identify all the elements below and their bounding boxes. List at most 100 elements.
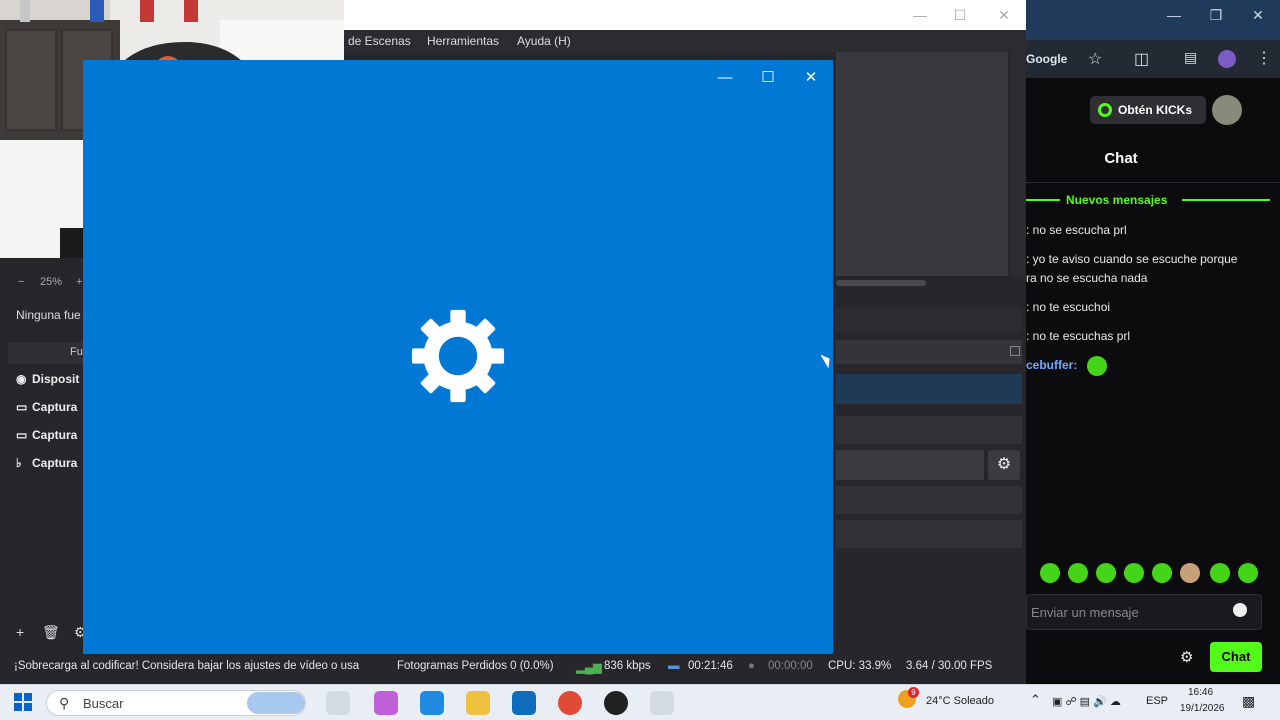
monitor-icon: ▭ [16,400,28,414]
zoom-level: 25% [40,276,63,288]
start-icon[interactable] [14,693,32,711]
tray-icons[interactable]: ▣ ☍ ▤ 🔊 ☁ [1052,695,1121,708]
source-label: Captura [32,428,78,442]
zoom-in-icon[interactable]: + [76,276,82,288]
emote-bar [1026,563,1280,587]
signal-icon: ▂▄▆ [576,662,602,674]
outlook-icon[interactable] [512,691,536,715]
get-kicks-label: Obtén KICKs [1118,103,1193,117]
obs-titlebar: — ☐ ✕ [344,0,1026,30]
list-item[interactable] [836,520,1022,548]
cast-icon[interactable]: ▤ [1184,49,1197,66]
bitrate: 836 kbps [604,660,651,672]
task-view-icon[interactable] [326,691,350,715]
emote-icon[interactable] [1210,563,1230,583]
obs-menubar: de Escenas Herramientas Ayuda (H) [344,30,1026,52]
encoding-warning: ¡Sobrecarga al codificar! Considera baja… [14,660,360,672]
extensions-icon[interactable]: ◫ [1134,49,1149,69]
chat-input[interactable]: Enviar un mensaje [1026,594,1262,630]
close-icon[interactable]: ✕ [799,68,823,88]
stream-icon: ▬ [668,660,680,672]
maximize-icon[interactable]: ❐ [1206,6,1226,24]
maximize-icon[interactable]: ☐ [756,68,780,88]
close-icon[interactable]: ✕ [1248,6,1268,24]
dropped-frames: Fotogramas Perdidos 0 (0.0%) [397,660,554,672]
chat-message: : yo te aviso cuando se escuche porque [1026,252,1238,266]
monitor-icon: ▭ [16,428,28,442]
no-source-label: Ninguna fue [16,308,81,322]
emote-icon[interactable] [1152,563,1172,583]
emote-icon[interactable] [1180,563,1200,583]
more-icon[interactable]: ⋮ [1256,48,1272,68]
send-chat-button[interactable]: Chat [1210,642,1262,672]
source-label: Captura [32,456,78,470]
zoom-controls: − 25% + [0,274,84,292]
maximize-icon[interactable]: ☐ [950,6,970,24]
weather-text[interactable]: 24°C Soleado [926,695,994,707]
stream-time: 00:21:46 [688,660,733,672]
menu-help[interactable]: Ayuda (H) [517,34,571,48]
notifications-icon[interactable]: ▩ [1242,693,1255,710]
get-kicks-button[interactable]: Obtén KICKs [1090,96,1206,124]
file-explorer-icon[interactable] [466,691,490,715]
menu-scenes[interactable]: de Escenas [348,34,411,48]
zoom-out-icon[interactable]: − [18,276,24,288]
chat-message: : no te escuchas prl [1026,329,1131,343]
chat-input-placeholder: Enviar un mensaje [1031,605,1139,620]
source-label: Captura [32,400,78,414]
emote-icon[interactable] [1124,563,1144,583]
source-item[interactable]: ▭ Captura [16,428,86,448]
search-placeholder: Buscar [83,696,124,711]
clock-time[interactable]: 16:46 [1188,687,1213,698]
edge-icon[interactable] [420,691,444,715]
minimize-icon[interactable]: — [1164,6,1184,24]
copilot-icon[interactable] [374,691,398,715]
undock-icon[interactable] [1010,346,1020,356]
scrollbar[interactable] [1010,52,1026,276]
emote-icon [1086,356,1107,376]
panel-header [836,308,1022,332]
close-icon[interactable]: ✕ [994,6,1014,24]
scene-preview[interactable] [836,52,1008,276]
horizontal-scrollbar[interactable] [836,280,926,286]
star-icon[interactable]: ☆ [1088,49,1102,69]
divider [1182,199,1270,201]
list-item[interactable] [836,486,1022,514]
source-item[interactable]: ♭ Captura [16,456,86,476]
avatar[interactable] [1212,95,1242,125]
emote-icon[interactable] [1068,563,1088,583]
gear-icon [411,309,505,403]
tray-expand-icon[interactable]: ⌃ [1030,692,1041,708]
clock-date[interactable]: 19/1/2026 [1180,703,1225,714]
minimize-icon[interactable]: — [713,68,737,88]
add-icon[interactable]: + [16,624,24,640]
list-item[interactable] [836,450,984,480]
trash-icon[interactable]: 🗑 [42,624,60,641]
browser-window: — ❐ ✕ Google ☆ ◫ ▤ ⋮ Obtén KICKs Chat Nu… [1026,0,1280,684]
input-language[interactable]: ESP [1146,695,1168,707]
source-item[interactable]: ▭ Captura [16,400,86,420]
search-engine-label[interactable]: Google [1026,52,1067,66]
chrome-icon[interactable] [558,691,582,715]
emote-icon[interactable] [1238,563,1258,583]
settings-icon[interactable] [650,691,674,715]
taskbar-search[interactable]: ⚲ Buscar [46,690,306,716]
kicks-icon [1098,103,1112,117]
profile-icon[interactable] [1218,50,1236,68]
sources-toolbar: + 🗑 ⚙ [12,624,87,644]
emote-icon[interactable] [1096,563,1116,583]
selected-row[interactable] [836,374,1022,404]
source-item[interactable]: ◉ Disposit [16,372,86,392]
emoji-icon[interactable] [1233,603,1247,617]
chat-username[interactable]: cebuffer: [1026,358,1077,372]
obs-icon[interactable] [604,691,628,715]
camera-icon: ◉ [16,372,27,386]
list-item[interactable] [836,416,1022,444]
search-icon: ⚲ [59,695,70,711]
minimize-icon[interactable]: — [910,6,930,24]
menu-tools[interactable]: Herramientas [427,34,499,48]
browser-toolbar: Google ☆ ◫ ▤ ⋮ [1026,40,1280,78]
emote-icon[interactable] [1040,563,1060,583]
gear-icon[interactable]: ⚙ [1180,648,1193,666]
gear-icon[interactable]: ⚙ [988,450,1020,480]
